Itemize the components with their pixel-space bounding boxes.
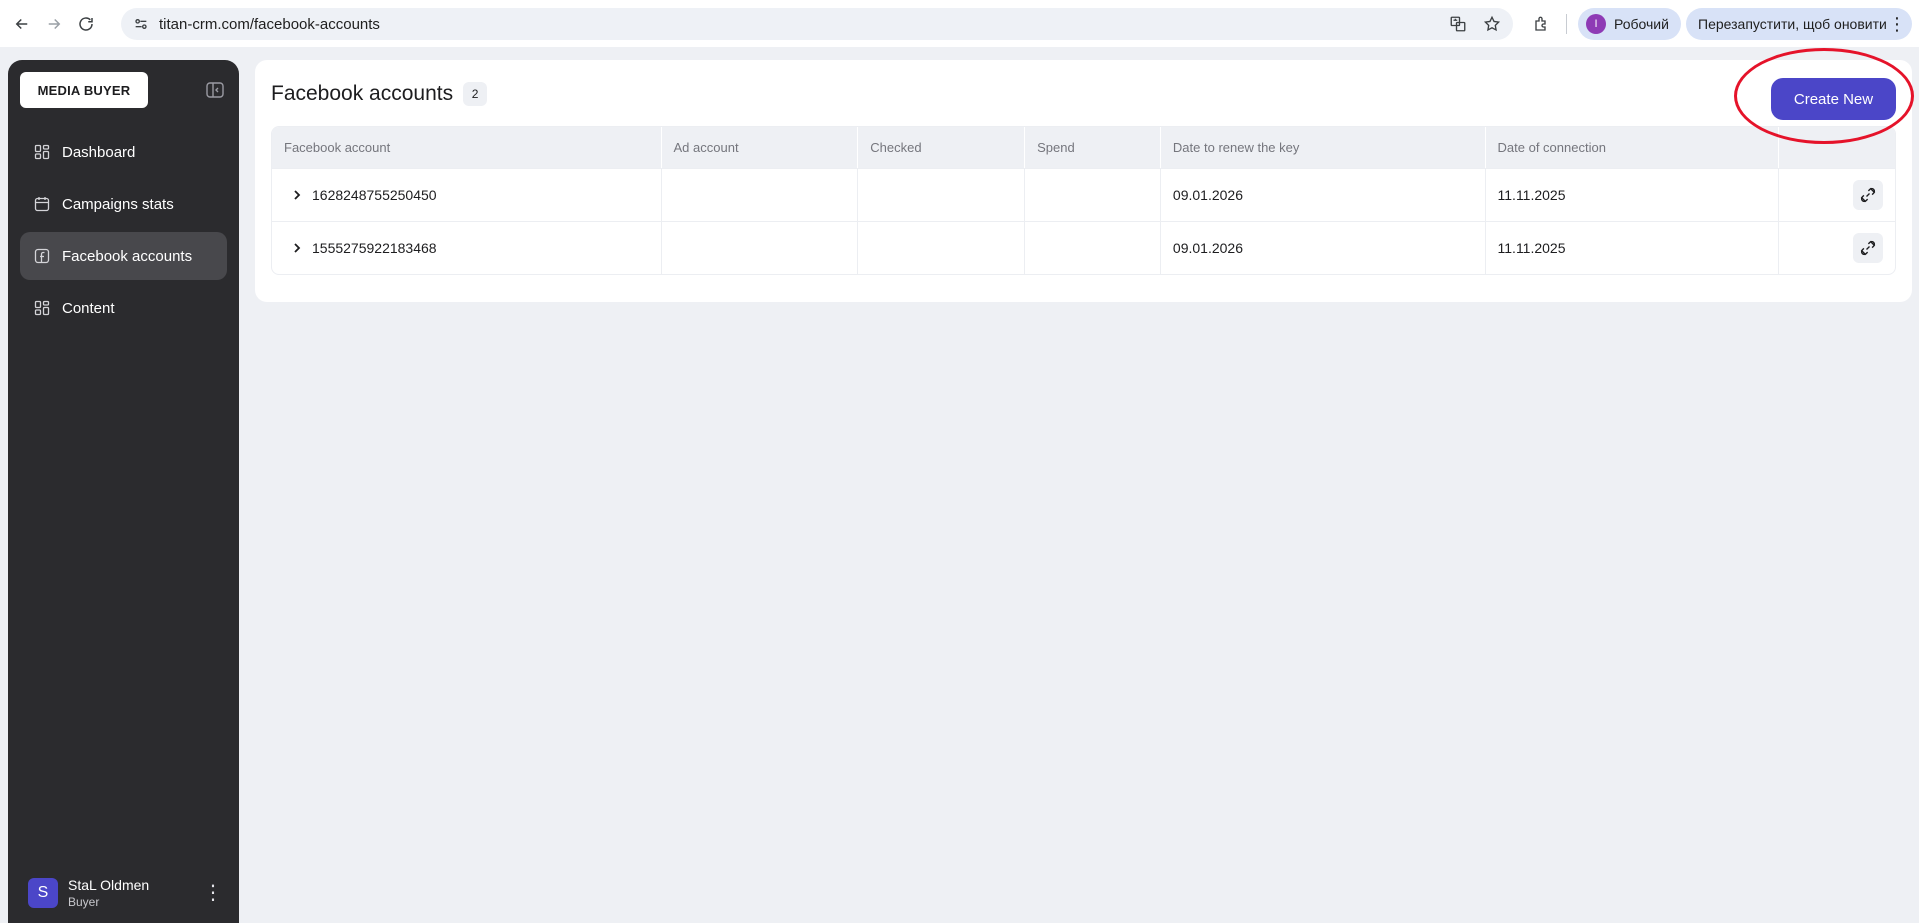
account-id: 1555275922183468 [312, 240, 437, 256]
grid-icon [34, 144, 50, 160]
sidebar-item-label: Dashboard [62, 143, 136, 161]
address-bar[interactable]: titan-crm.com/facebook-accounts [121, 8, 1513, 40]
sidebar: MEDIA BUYER Dashboard Campaigns stats Fa… [8, 60, 239, 923]
update-button[interactable]: Перезапустити, щоб оновити ⋮ [1686, 8, 1912, 40]
column-header-renew-date[interactable]: Date to renew the key [1161, 127, 1486, 168]
facebook-accounts-card: Facebook accounts 2 Create New Facebook … [255, 60, 1912, 302]
translate-icon[interactable] [1445, 11, 1471, 37]
user-name: StaL Oldmen [68, 877, 150, 893]
cell-renew-date: 09.01.2026 [1161, 222, 1486, 274]
create-new-button[interactable]: Create New [1771, 78, 1896, 120]
bookmark-star-icon[interactable] [1479, 11, 1505, 37]
cell-spend [1025, 169, 1161, 221]
column-header-facebook-account[interactable]: Facebook account [272, 127, 662, 168]
back-icon[interactable] [6, 8, 38, 40]
account-id: 1628248755250450 [312, 187, 437, 203]
sidebar-item-campaigns-stats[interactable]: Campaigns stats [20, 180, 227, 228]
avatar: S [28, 878, 58, 908]
forward-icon[interactable] [38, 8, 70, 40]
user-profile[interactable]: S StaL Oldmen Buyer ⋮ [28, 873, 223, 913]
sidebar-menu: Dashboard Campaigns stats Facebook accou… [20, 128, 227, 336]
facebook-icon [34, 248, 50, 264]
sidebar-item-facebook-accounts[interactable]: Facebook accounts [20, 232, 227, 280]
reload-icon[interactable] [70, 8, 102, 40]
column-header-checked[interactable]: Checked [858, 127, 1026, 168]
brand-logo[interactable]: MEDIA BUYER [20, 72, 148, 108]
profile-button[interactable]: I Робочий [1578, 8, 1681, 40]
sidebar-item-label: Facebook accounts [62, 247, 193, 265]
cell-checked [858, 169, 1026, 221]
page-title: Facebook accounts [271, 82, 454, 105]
cell-facebook-account: 1628248755250450 [272, 169, 662, 221]
table-row[interactable]: 1628248755250450 09.01.2026 11.11.2025 [272, 168, 1895, 221]
column-header-actions [1779, 127, 1895, 168]
toolbar-divider [1566, 14, 1567, 34]
calendar-icon [34, 197, 50, 212]
sidebar-item-content[interactable]: Content [20, 284, 227, 332]
profile-avatar: I [1586, 14, 1606, 34]
table-header: Facebook account Ad account Checked Spen… [272, 127, 1895, 168]
cell-connection-date: 11.11.2025 [1486, 222, 1780, 274]
accounts-table: Facebook account Ad account Checked Spen… [271, 126, 1896, 275]
sidebar-item-dashboard[interactable]: Dashboard [20, 128, 227, 176]
grid-icon [34, 300, 50, 316]
kebab-menu-icon[interactable]: ⋮ [1888, 15, 1906, 33]
plug-icon[interactable] [1853, 233, 1884, 263]
cell-actions [1779, 222, 1895, 274]
sidebar-item-label: Content [62, 299, 115, 317]
column-header-spend[interactable]: Spend [1025, 127, 1161, 168]
cell-ad-account [662, 222, 859, 274]
cell-renew-date: 09.01.2026 [1161, 169, 1486, 221]
browser-toolbar: titan-crm.com/facebook-accounts I Робочи… [0, 0, 1919, 47]
nav-buttons [6, 8, 102, 40]
cell-facebook-account: 1555275922183468 [272, 222, 662, 274]
user-menu-icon[interactable]: ⋮ [203, 881, 223, 905]
user-role: Buyer [68, 895, 100, 909]
column-header-ad-account[interactable]: Ad account [662, 127, 859, 168]
plug-icon[interactable] [1853, 180, 1884, 210]
cell-connection-date: 11.11.2025 [1486, 169, 1780, 221]
cell-checked [858, 222, 1026, 274]
sidebar-collapse-icon[interactable] [206, 82, 224, 98]
sidebar-item-label: Campaigns stats [62, 195, 174, 213]
cell-actions [1779, 169, 1895, 221]
cell-ad-account [662, 169, 859, 221]
update-label: Перезапустити, щоб оновити [1698, 16, 1887, 32]
site-settings-icon[interactable] [125, 8, 157, 40]
chevron-right-icon[interactable] [290, 188, 304, 202]
count-badge: 2 [463, 82, 488, 106]
column-header-connection-date[interactable]: Date of connection [1486, 127, 1780, 168]
url-text[interactable]: titan-crm.com/facebook-accounts [159, 16, 380, 33]
profile-label: Робочий [1614, 16, 1669, 32]
table-row[interactable]: 1555275922183468 09.01.2026 11.11.2025 [272, 221, 1895, 274]
chevron-right-icon[interactable] [290, 241, 304, 255]
extensions-icon[interactable] [1526, 8, 1558, 40]
cell-spend [1025, 222, 1161, 274]
